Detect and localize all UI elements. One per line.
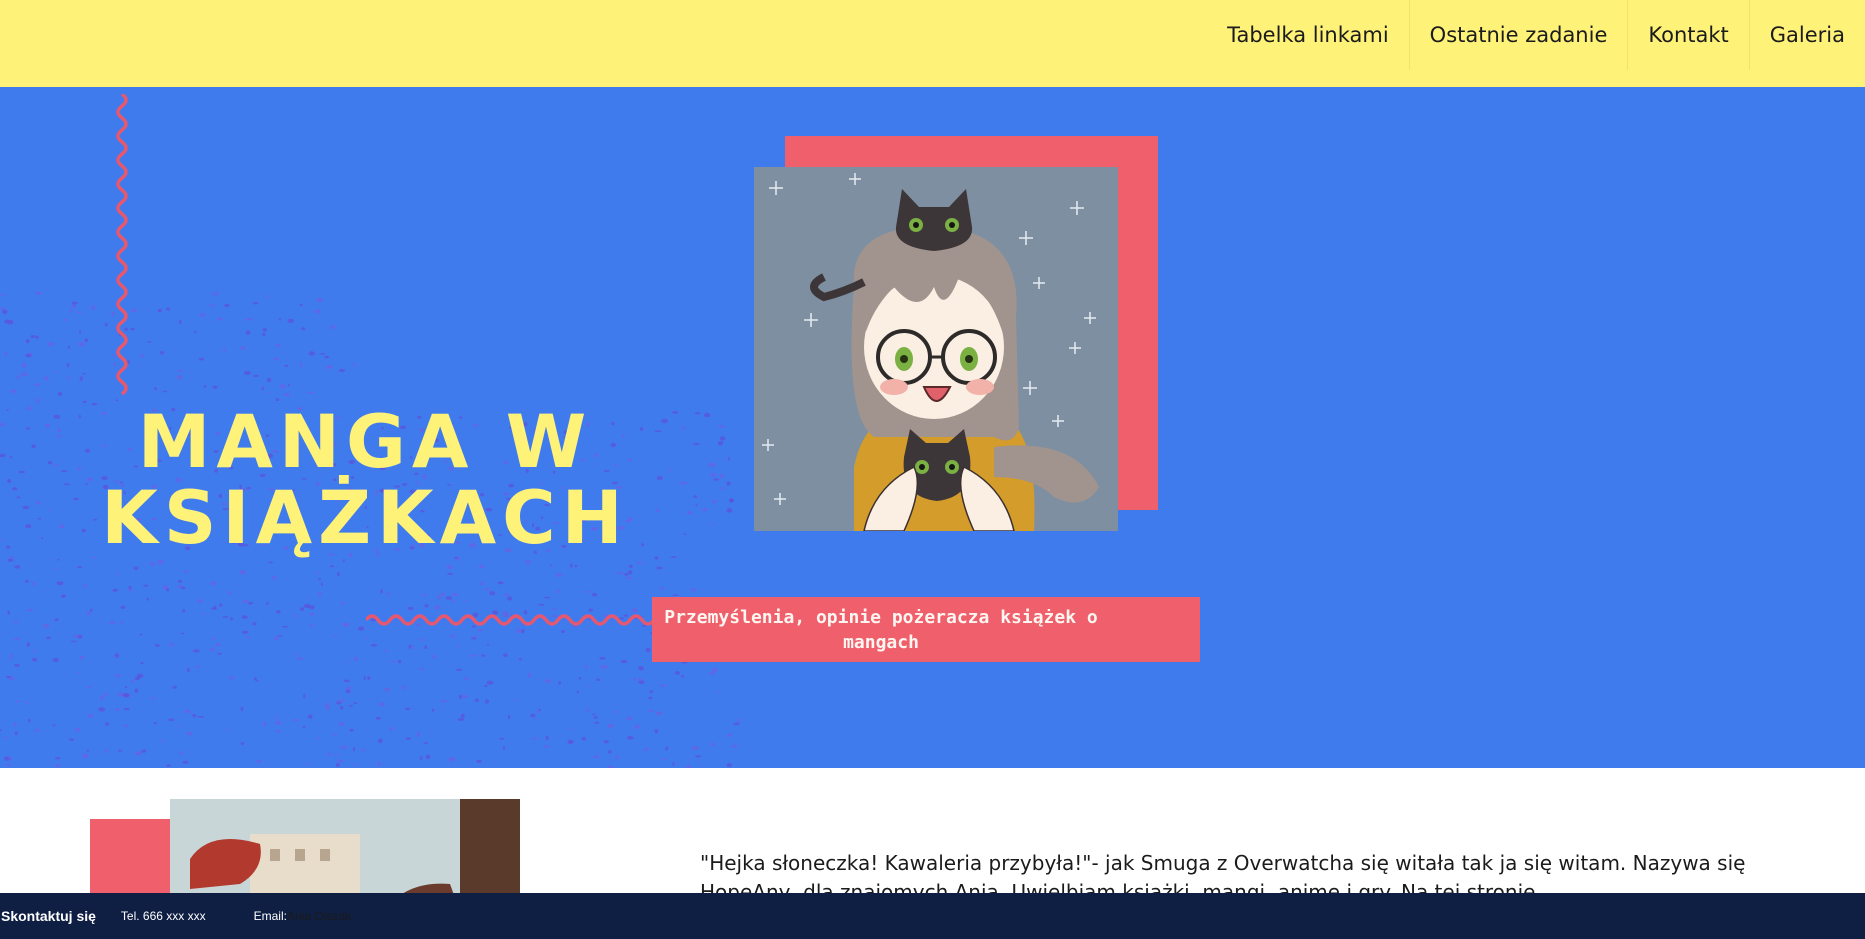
nav-link-links-table[interactable]: Tabelka linkami — [1207, 0, 1409, 70]
hero-title-line2: KSIĄŻKACH — [101, 476, 629, 561]
main-nav: Tabelka linkami Ostatnie zadanie Kontakt… — [1207, 0, 1865, 70]
hero-title: MANGA W KSIĄŻKACH — [45, 405, 685, 557]
portrait-illustration — [754, 167, 1118, 531]
nav-link-contact[interactable]: Kontakt — [1627, 0, 1748, 70]
vertical-wave-decoration — [116, 94, 128, 396]
nav-link-last-task[interactable]: Ostatnie zadanie — [1408, 0, 1628, 70]
footer-email-label: Email: — [253, 909, 287, 923]
footer-title: Skontaktuj się — [1, 908, 96, 924]
contact-footer: Skontaktuj się Tel. 666 xxx xxx Email: A… — [0, 893, 1865, 939]
hero-subtitle: Przemyślenia, opinie pożeracza książek o… — [664, 606, 1098, 653]
top-navbar: Tabelka linkami Ostatnie zadanie Kontakt… — [0, 0, 1865, 87]
horizontal-wave-decoration — [366, 614, 656, 626]
subtitle-banner: Przemyślenia, opinie pożeracza książek o… — [652, 597, 1200, 662]
hero-title-line1: MANGA W — [137, 400, 593, 485]
anime-girl-illustration — [754, 167, 1118, 531]
nav-link-gallery[interactable]: Galeria — [1748, 0, 1865, 70]
hero-section: MANGA W KSIĄŻKACH Przemyślenia, opinie p… — [0, 87, 1865, 768]
footer-email-value[interactable]: Ania Olszak — [287, 909, 351, 923]
footer-phone: Tel. 666 xxx xxx — [120, 909, 206, 923]
